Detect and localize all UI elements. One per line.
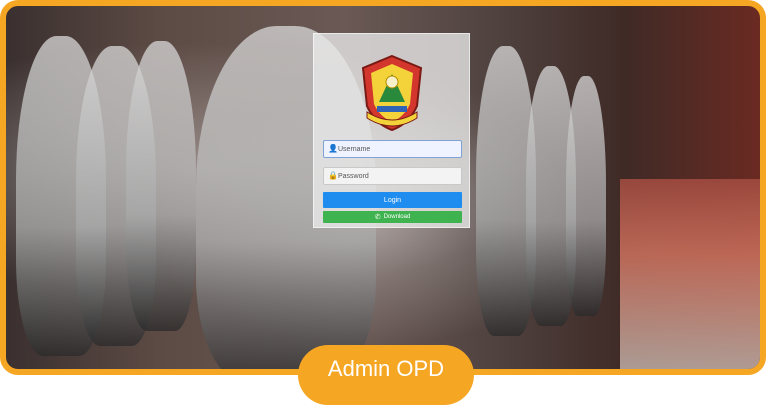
username-field[interactable]: 👤 Username xyxy=(323,140,462,158)
lock-icon: 🔒 xyxy=(328,171,338,180)
province-logo xyxy=(361,54,423,132)
whatsapp-icon: ✆ xyxy=(374,214,381,221)
admin-opd-text: Admin OPD xyxy=(327,356,445,381)
download-button-label: Download xyxy=(383,214,411,220)
username-placeholder: Username xyxy=(338,145,371,153)
password-field[interactable]: 🔒 Password xyxy=(323,167,462,185)
login-button[interactable]: Login xyxy=(323,192,462,208)
background-figure xyxy=(126,41,196,331)
login-card: 👤 Username 🔒 Password Login ✆ Download xyxy=(313,33,470,228)
user-icon: 👤 xyxy=(328,144,338,153)
background-frame: 👤 Username 🔒 Password Login ✆ Download xyxy=(0,0,766,375)
admin-opd-badge: Admin OPD xyxy=(298,345,474,405)
background-floor xyxy=(620,179,760,369)
background-figure xyxy=(566,76,606,316)
download-button[interactable]: ✆ Download xyxy=(323,211,462,223)
password-placeholder: Password xyxy=(338,172,369,180)
login-button-label: Login xyxy=(383,196,402,204)
